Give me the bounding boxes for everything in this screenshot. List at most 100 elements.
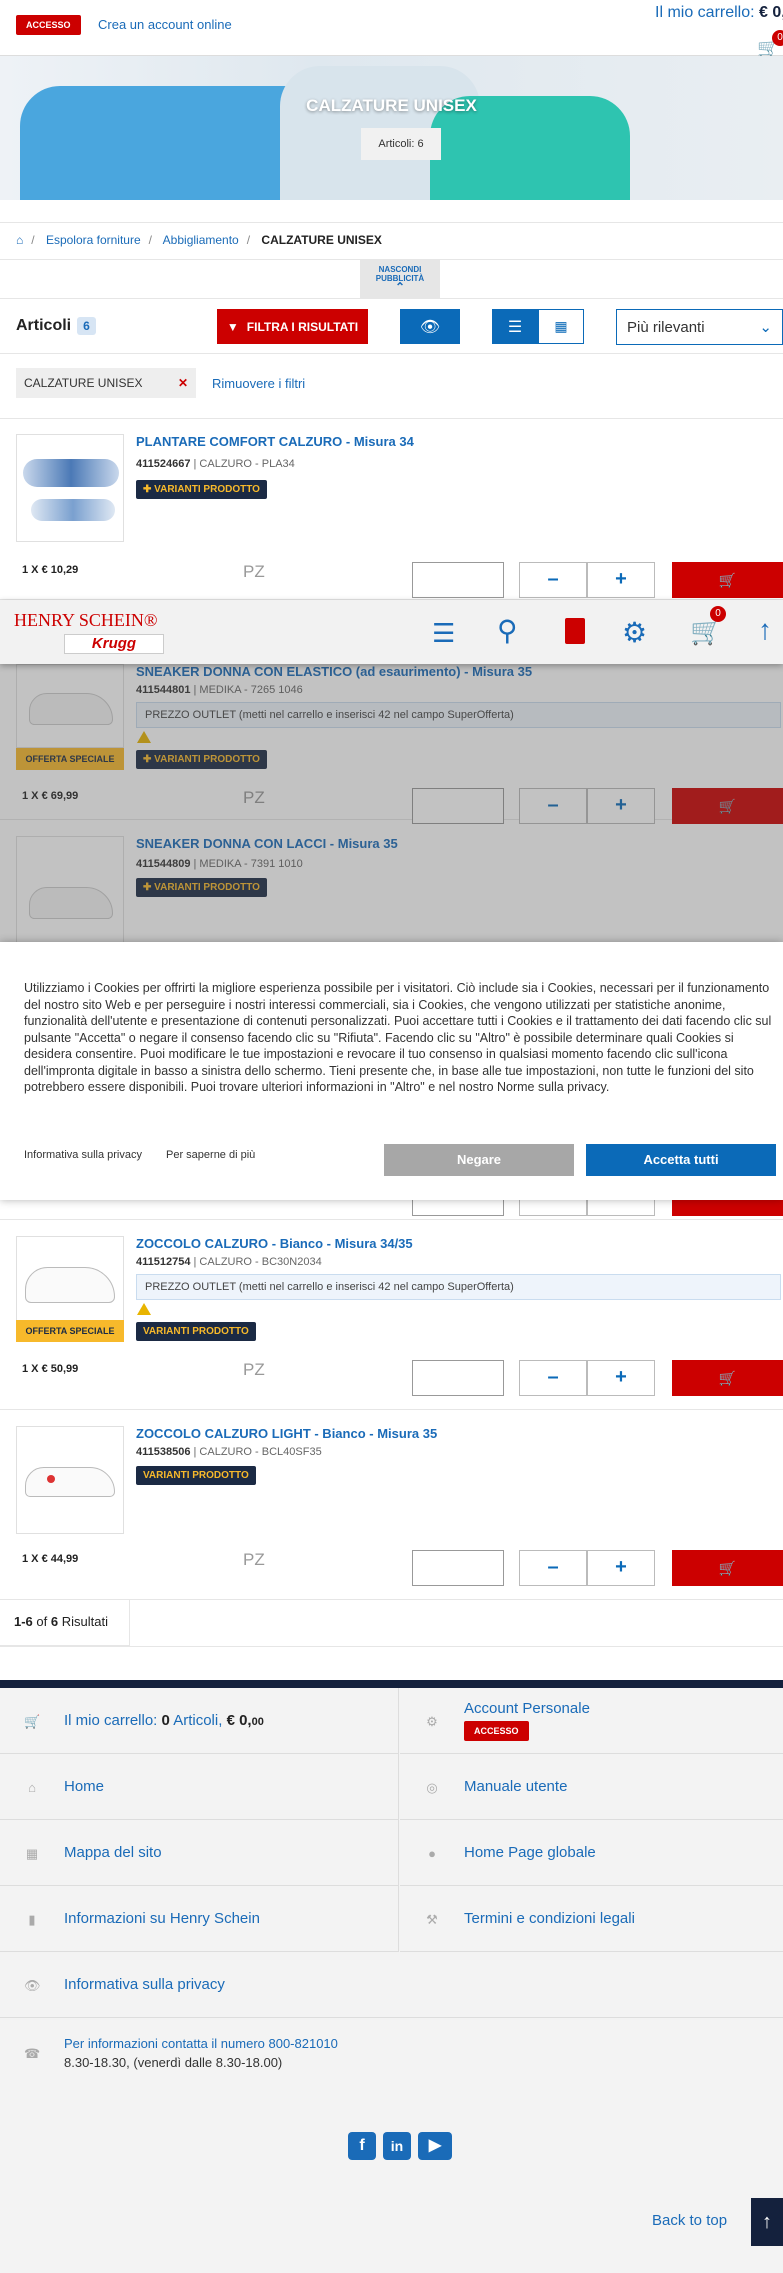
product-price: 1 X € 10,29: [22, 564, 79, 576]
product-price: 1 X € 44,99: [22, 1553, 79, 1565]
clear-filters-link[interactable]: Rimuovere i filtri: [212, 376, 305, 391]
decrement-button[interactable]: –: [519, 1550, 587, 1586]
add-to-cart-button[interactable]: 🛒: [672, 562, 783, 598]
sitemap-icon: ▦: [25, 1846, 39, 1861]
login-button[interactable]: ACCESSO: [464, 1721, 529, 1741]
product-image[interactable]: [16, 434, 124, 542]
quantity-input[interactable]: [412, 1550, 504, 1586]
facebook-icon[interactable]: f: [348, 2132, 376, 2160]
unit-label: PZ: [243, 562, 265, 581]
chevron-down-icon: ⌄: [759, 319, 772, 336]
henry-schein-logo[interactable]: HENRY SCHEIN®: [14, 610, 158, 631]
globe-icon: ●: [428, 1846, 436, 1861]
product-code: 411538506 | CALZURO - BCL40SF35: [136, 1446, 322, 1458]
product-title[interactable]: PLANTARE COMFORT CALZURO - Misura 34: [136, 434, 736, 449]
quantity-input[interactable]: [412, 1360, 504, 1396]
clog-shape: [25, 1267, 115, 1303]
divider: [0, 1646, 783, 1647]
linkedin-icon[interactable]: in: [383, 2132, 411, 2160]
unit-label: PZ: [243, 1550, 265, 1569]
footer-manual[interactable]: ◎ Manuale utente: [400, 1754, 783, 1820]
insole-shape: [31, 499, 115, 521]
articles-label: Articoli 6: [16, 317, 96, 335]
home-icon[interactable]: ⌂: [16, 233, 23, 247]
increment-button[interactable]: +: [587, 1550, 655, 1586]
hero-title: CALZATURE UNISEX: [306, 96, 477, 115]
unit-label: PZ: [243, 1360, 265, 1379]
phone-icon: ☎: [24, 2046, 41, 2061]
variants-badge[interactable]: VARIANTI PRODOTTO: [136, 1322, 256, 1341]
insole-shape: [23, 459, 119, 487]
hide-ads-toggle[interactable]: NASCONDI PUBBLICITÀ ⌃: [360, 260, 440, 298]
decrement-button[interactable]: –: [519, 1360, 587, 1396]
gavel-icon: ⚒: [426, 1912, 438, 1927]
product-code: 411512754 | CALZURO - BC30N2034: [136, 1256, 322, 1268]
cart-icon: 🛒: [24, 1714, 41, 1729]
cart-label[interactable]: Il mio carrello: € 0,: [655, 4, 783, 22]
product-row: ZOCCOLO CALZURO LIGHT - Bianco - Misura …: [0, 1410, 783, 1600]
special-offer-badge: OFFERTA SPECIALE: [16, 1320, 124, 1342]
add-to-cart-button[interactable]: 🛒: [672, 1550, 783, 1586]
book-icon: ▮: [28, 1912, 36, 1927]
product-row: ZOCCOLO CALZURO - Bianco - Misura 34/35 …: [0, 1220, 783, 1410]
footer-terms[interactable]: ⚒ Termini e condizioni legali: [400, 1886, 783, 1952]
cookie-text: Utilizziamo i Cookies per offrirti la mi…: [24, 981, 772, 1094]
accept-all-button[interactable]: Accetta tutti: [586, 1144, 776, 1176]
grid-view-icon[interactable]: ▦: [538, 309, 584, 344]
footer-cart[interactable]: 🛒 Il mio carrello: 0 Articoli, € 0,00: [0, 1688, 399, 1754]
youtube-icon[interactable]: ▶: [418, 2132, 452, 2160]
close-icon[interactable]: ✕: [178, 376, 188, 390]
create-account-link[interactable]: Crea un account online: [98, 17, 232, 32]
eye-icon[interactable]: 👁: [400, 309, 460, 344]
warning-icon: [137, 1303, 151, 1315]
search-icon[interactable]: ⚲: [497, 614, 518, 647]
sticky-header: HENRY SCHEIN® Krugg ☰ ⚲ ⚙ 🛒 0 ↑: [0, 600, 783, 664]
deny-button[interactable]: Negare: [384, 1144, 574, 1176]
footer-global[interactable]: ● Home Page globale: [400, 1820, 783, 1886]
breadcrumb-item[interactable]: Abbigliamento: [163, 233, 239, 247]
increment-button[interactable]: +: [587, 562, 655, 598]
menu-icon[interactable]: ☰: [432, 618, 455, 649]
quantity-input[interactable]: [412, 562, 504, 598]
filter-button[interactable]: ▼ FILTRA I RISULTATI: [217, 309, 368, 344]
footer-privacy[interactable]: 👁 Informativa sulla privacy: [0, 1952, 783, 2018]
product-image[interactable]: [16, 1236, 124, 1324]
chevron-up-icon: ⌃: [394, 280, 406, 294]
scroll-up-icon[interactable]: ↑: [758, 614, 772, 646]
back-to-top-arrow-icon[interactable]: ↑: [751, 2198, 783, 2246]
product-price: 1 X € 50,99: [22, 1363, 79, 1375]
privacy-link[interactable]: Informativa sulla privacy: [24, 1149, 142, 1161]
decrement-button[interactable]: –: [519, 562, 587, 598]
footer-home[interactable]: ⌂ Home: [0, 1754, 399, 1820]
list-view-icon[interactable]: ☰: [492, 309, 538, 344]
offers-tag-icon[interactable]: [565, 618, 585, 644]
eye-icon: 👁: [24, 1978, 41, 1993]
sort-select[interactable]: Più rilevanti ⌄: [616, 309, 783, 345]
hero-count: Articoli: 6: [361, 128, 441, 160]
clog-dot: [47, 1475, 55, 1483]
cart-count-badge: 0: [710, 606, 726, 622]
product-title[interactable]: ZOCCOLO CALZURO LIGHT - Bianco - Misura …: [136, 1426, 736, 1441]
increment-button[interactable]: +: [587, 1360, 655, 1396]
back-to-top-link[interactable]: Back to top: [652, 2212, 727, 2229]
top-bar: ACCESSO Crea un account online Il mio ca…: [0, 0, 783, 58]
footer-about[interactable]: ▮ Informazioni su Henry Schein: [0, 1886, 399, 1952]
product-image[interactable]: [16, 1426, 124, 1534]
gear-icon[interactable]: ⚙: [622, 616, 647, 649]
footer-account[interactable]: ⚙ Account Personale ACCESSO: [400, 1688, 783, 1754]
add-to-cart-button[interactable]: 🛒: [672, 1360, 783, 1396]
product-row: PLANTARE COMFORT CALZURO - Misura 34 411…: [0, 418, 783, 600]
footer: 🛒 Il mio carrello: 0 Articoli, € 0,00 ⚙ …: [0, 1680, 783, 2273]
results-count: 1-6 of 6 Risultati: [0, 1600, 130, 1646]
breadcrumb-item[interactable]: Espolora forniture: [46, 233, 141, 247]
footer-sitemap[interactable]: ▦ Mappa del sito: [0, 1820, 399, 1886]
lifebuoy-icon: ◎: [426, 1780, 438, 1795]
product-code: 411524667 | CALZURO - PLA34: [136, 458, 295, 470]
login-button[interactable]: ACCESSO: [16, 15, 81, 35]
krugg-logo[interactable]: Krugg: [64, 634, 164, 654]
product-title[interactable]: ZOCCOLO CALZURO - Bianco - Misura 34/35: [136, 1236, 736, 1251]
variants-badge[interactable]: ✚ VARIANTI PRODOTTO: [136, 480, 267, 499]
funnel-icon: ▼: [226, 319, 239, 334]
variants-badge[interactable]: VARIANTI PRODOTTO: [136, 1466, 256, 1485]
more-info-link[interactable]: Per saperne di più: [166, 1149, 255, 1161]
